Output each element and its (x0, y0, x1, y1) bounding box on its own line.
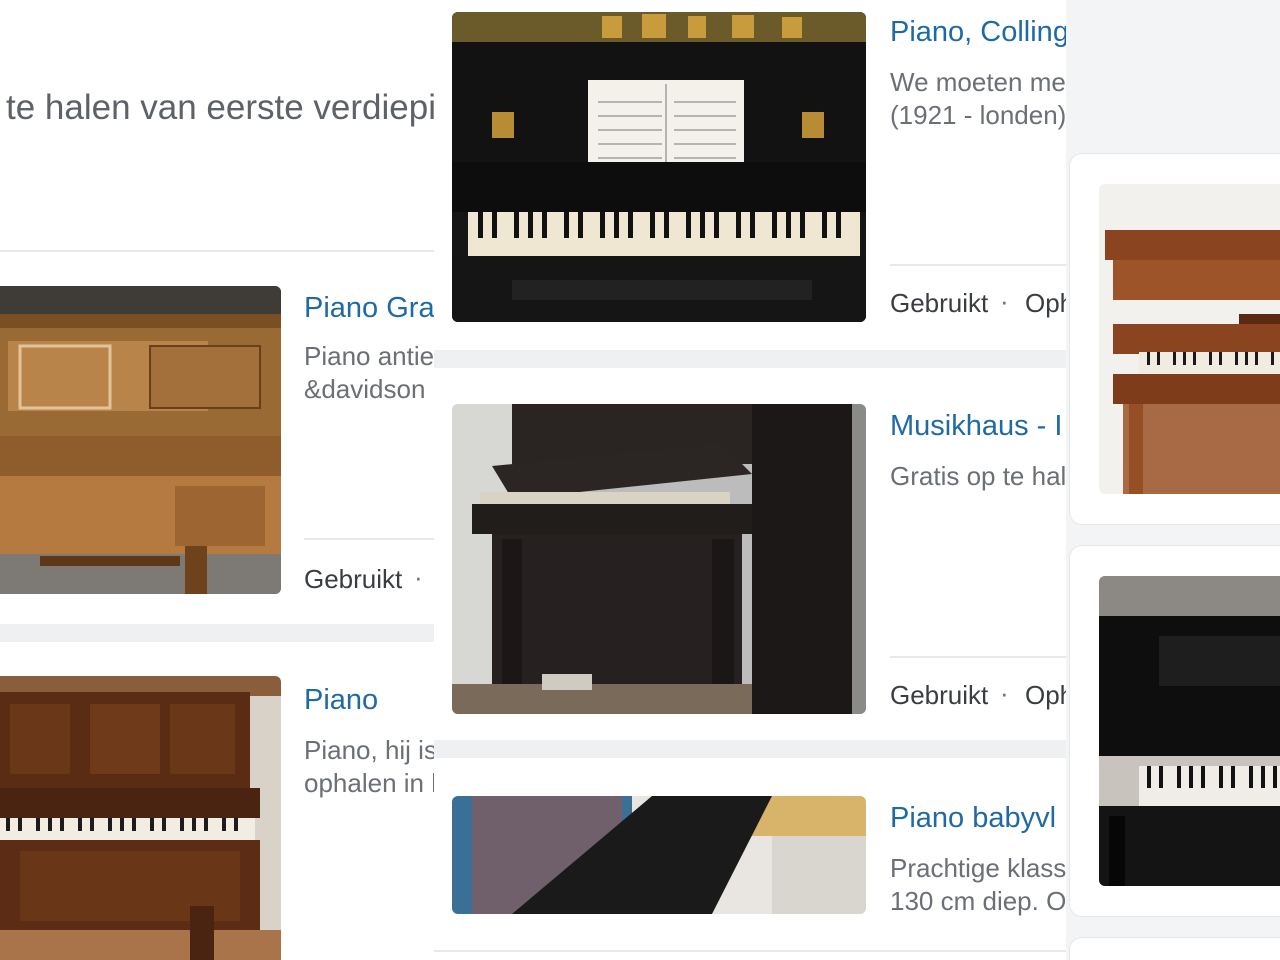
listing-title-link[interactable]: Piano babyvl (890, 802, 1056, 835)
divider (890, 264, 1066, 266)
listing-photo-black-upright-piano[interactable] (1099, 576, 1280, 886)
listing-description: Piano, hij is (304, 735, 434, 765)
listing-photo-dark-upright-piano[interactable] (452, 404, 866, 714)
listing-card[interactable]: Piano babyvl Prachtige klass 130 cm diep… (434, 770, 1066, 960)
piano-image (452, 12, 866, 322)
listing-description: We moeten met pijn in ons hart on (890, 67, 1066, 97)
condition-label: Gebruikt (890, 680, 989, 710)
pickup-label: Oph (1025, 680, 1066, 710)
left-results-column: te halen van eerste verdiepir Piano Gra … (0, 0, 434, 960)
listing-description: 130 cm diep. O (890, 886, 1066, 916)
listing-description: ophalen in l (304, 768, 434, 798)
right-results-column (1066, 0, 1280, 960)
listing-description: Gratis op te hal (890, 461, 1066, 491)
listing-description: (1921 - londen) oude piano verkop (890, 100, 1066, 130)
piano-image (0, 286, 281, 594)
divider (890, 656, 1066, 658)
listing-photo-brown-piano[interactable] (1099, 184, 1280, 494)
listing-card[interactable] (1070, 938, 1280, 960)
separator-dot: · (414, 562, 423, 592)
listing-description: Prachtige klass (890, 853, 1066, 883)
listing-snippet-text: te halen van eerste verdiepir (6, 88, 434, 127)
listing-title-link[interactable]: Piano, Colling Wood - 1921 - L (890, 16, 1066, 49)
listing-title-link[interactable]: Piano (304, 684, 378, 717)
divider (434, 350, 1066, 368)
divider (0, 250, 434, 252)
listing-photo-grand-piano[interactable] (452, 796, 866, 914)
listing-title-link[interactable]: Piano Gra (304, 292, 434, 325)
listing-card[interactable] (1070, 546, 1280, 916)
condition-label: Gebruikt (890, 288, 989, 318)
listing-card[interactable]: Piano Piano, hij is ophalen in l (0, 650, 434, 960)
piano-image (452, 404, 866, 714)
divider (434, 740, 1066, 758)
condition-label: Gebruikt (304, 564, 403, 594)
piano-image (1099, 576, 1280, 886)
listing-photo-black-piano[interactable] (452, 12, 866, 322)
separator-dot: · (1000, 286, 1009, 316)
listing-title-link[interactable]: Musikhaus - I (890, 410, 1062, 443)
pickup-label: Oph (1025, 288, 1066, 318)
piano-image (0, 676, 281, 960)
listing-description: &davidson (304, 374, 426, 404)
divider (0, 624, 434, 642)
listing-card[interactable]: Musikhaus - I Gratis op te hal Gebruikt … (434, 380, 1066, 740)
listing-description: Piano antie (304, 341, 434, 371)
middle-results-column: Piano, Colling Wood - 1921 - L We moeten… (434, 0, 1066, 960)
listing-photo-upright-piano[interactable] (0, 676, 281, 960)
separator-dot: · (1000, 678, 1009, 708)
piano-image (452, 796, 866, 914)
listing-card[interactable]: Piano, Colling Wood - 1921 - L We moeten… (434, 0, 1066, 350)
listing-card[interactable] (1070, 154, 1280, 524)
listing-card[interactable]: Piano Gra Piano antie &davidson Gebruikt… (0, 262, 434, 624)
listing-photo-burl-piano[interactable] (0, 286, 281, 594)
divider (434, 950, 1066, 952)
divider (304, 538, 434, 540)
piano-image (1099, 184, 1280, 494)
